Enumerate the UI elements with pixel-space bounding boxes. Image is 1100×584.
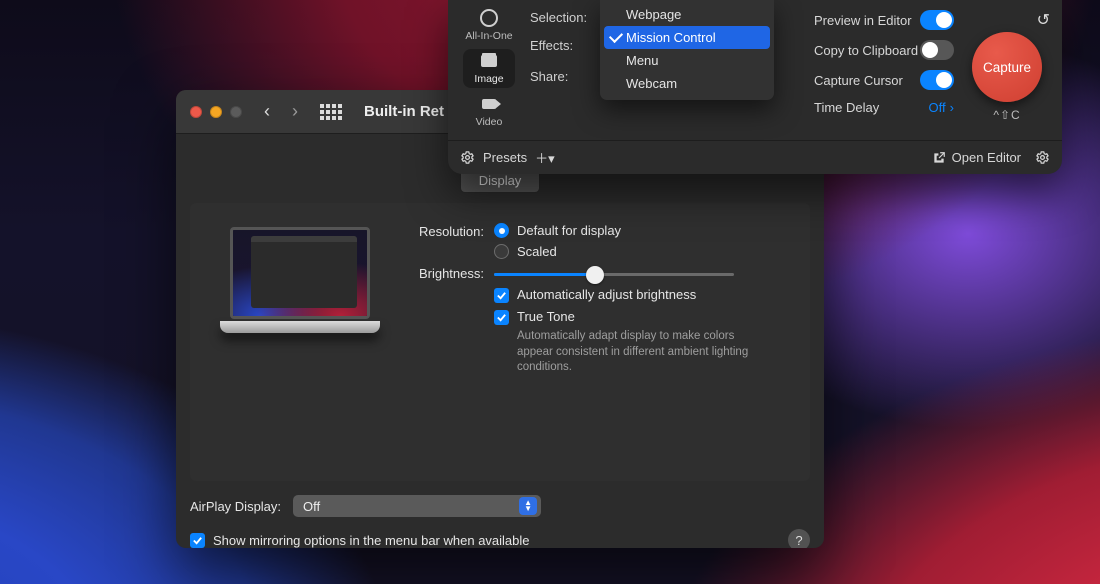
open-external-icon (932, 151, 946, 165)
time-delay-button[interactable]: Off › (929, 100, 954, 115)
dropdown-item-webcam[interactable]: Webcam (604, 72, 770, 95)
video-icon (480, 95, 498, 113)
gear-icon (460, 150, 475, 165)
capture-cursor-label: Capture Cursor (814, 73, 903, 88)
checkbox-checked-icon (494, 288, 509, 303)
camera-icon (480, 52, 498, 70)
selection-dropdown: Webpage Mission Control Menu Webcam (600, 0, 774, 100)
mode-all-in-one[interactable]: All-In-One (463, 6, 515, 45)
show-mirroring-checkbox[interactable]: Show mirroring options in the menu bar w… (190, 533, 530, 548)
airplay-display-value: Off (303, 499, 320, 514)
resolution-scaled-label: Scaled (517, 244, 557, 259)
show-mirroring-label: Show mirroring options in the menu bar w… (213, 533, 530, 548)
resolution-scaled-radio[interactable]: Scaled (494, 244, 621, 259)
show-all-prefs-button[interactable] (320, 103, 342, 121)
capture-cursor-toggle[interactable] (920, 70, 954, 90)
checkbox-checked-icon (494, 310, 509, 325)
dropdown-item-mission-control[interactable]: Mission Control (604, 26, 770, 49)
window-traffic-lights (190, 106, 242, 118)
add-preset-button[interactable]: ＋▾ (535, 148, 555, 167)
back-button[interactable]: ‹ (258, 101, 276, 122)
open-editor-button[interactable]: Open Editor (932, 150, 1021, 165)
checkbox-checked-icon (190, 533, 205, 548)
resolution-label: Resolution: (402, 223, 484, 239)
open-editor-label: Open Editor (952, 150, 1021, 165)
capture-shortcut: ^⇧C (993, 108, 1020, 122)
time-delay-label: Time Delay (814, 100, 879, 115)
preview-in-editor-label: Preview in Editor (814, 13, 912, 28)
forward-button: › (286, 101, 304, 122)
display-preview-image (220, 227, 380, 333)
display-settings-panel: Resolution: Default for display Scaled B… (190, 203, 810, 481)
mode-video-label: Video (476, 116, 503, 128)
copy-to-clipboard-label: Copy to Clipboard (814, 43, 918, 58)
true-tone-label: True Tone (517, 309, 575, 324)
mode-image-label: Image (474, 73, 503, 85)
mode-image[interactable]: Image (463, 49, 515, 88)
capture-button[interactable]: Capture (972, 32, 1042, 102)
dropdown-item-menu[interactable]: Menu (604, 49, 770, 72)
brightness-slider[interactable] (494, 273, 734, 276)
radio-selected-icon (494, 223, 509, 238)
select-stepper-icon: ▲▼ (519, 497, 537, 515)
presets-button[interactable]: Presets (483, 150, 527, 165)
resolution-default-label: Default for display (517, 223, 621, 238)
share-label: Share: (530, 69, 600, 84)
auto-brightness-label: Automatically adjust brightness (517, 287, 696, 302)
selection-label: Selection: (530, 10, 600, 25)
mode-all-in-one-label: All-In-One (465, 30, 512, 42)
airplay-display-select[interactable]: Off ▲▼ (293, 495, 541, 517)
effects-label: Effects: (530, 38, 600, 53)
resolution-default-radio[interactable]: Default for display (494, 223, 621, 238)
mode-video[interactable]: Video (463, 92, 515, 131)
target-icon (480, 9, 498, 27)
minimize-window-button[interactable] (210, 106, 222, 118)
chevron-right-icon: › (950, 100, 954, 115)
window-title: Built-in Ret (364, 103, 444, 120)
auto-brightness-checkbox[interactable]: Automatically adjust brightness (494, 287, 788, 303)
true-tone-checkbox[interactable]: True Tone (494, 309, 788, 325)
time-delay-value: Off (929, 100, 946, 115)
close-window-button[interactable] (190, 106, 202, 118)
radio-unselected-icon (494, 244, 509, 259)
airplay-display-label: AirPlay Display: (190, 499, 281, 514)
true-tone-description: Automatically adapt display to make colo… (517, 329, 767, 376)
dropdown-item-webpage[interactable]: Webpage (604, 3, 770, 26)
settings-button[interactable] (1035, 150, 1050, 165)
undo-button[interactable]: ↺ (1037, 10, 1050, 26)
slider-knob-icon[interactable] (586, 266, 604, 284)
help-button[interactable]: ? (788, 529, 810, 548)
copy-to-clipboard-toggle[interactable] (920, 40, 954, 60)
brightness-label: Brightness: (402, 265, 484, 281)
zoom-window-button[interactable] (230, 106, 242, 118)
capture-button-label: Capture (983, 60, 1031, 75)
preview-in-editor-toggle[interactable] (920, 10, 954, 30)
